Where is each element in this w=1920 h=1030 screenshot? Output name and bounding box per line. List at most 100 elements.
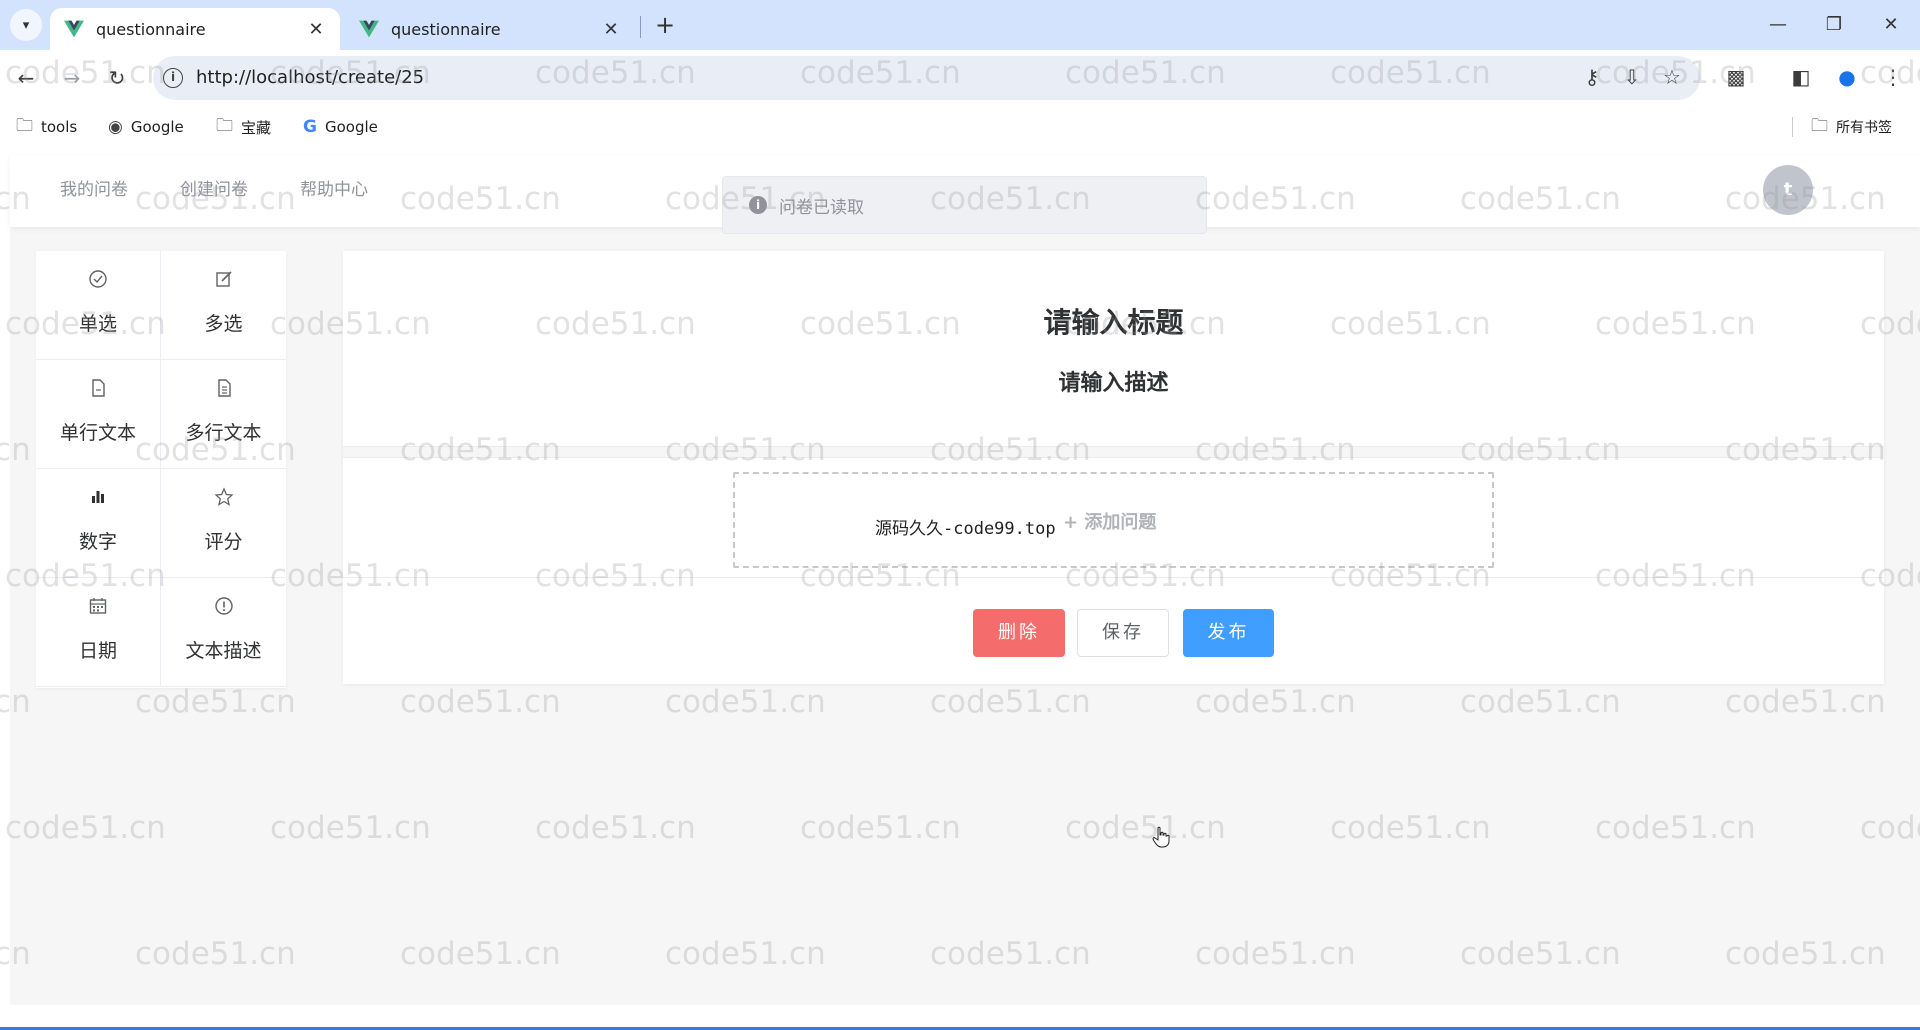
palette-label: 单选 [78, 313, 117, 335]
info-circle-icon [214, 597, 233, 615]
reload-icon: ↻ [108, 66, 126, 90]
avatar[interactable]: t [1763, 165, 1813, 215]
close-icon[interactable]: ✕ [306, 19, 326, 40]
tab-title: questionnaire [391, 19, 501, 39]
bookmark-google-1[interactable]: ◉ Google [108, 115, 184, 139]
bookmark-label: tools [41, 118, 78, 136]
nav-create-survey[interactable]: 创建问卷 [180, 175, 248, 200]
palette-label: 多行文本 [185, 422, 262, 444]
reload-button[interactable]: ↻ [101, 62, 133, 94]
hand-cursor-icon [1152, 826, 1170, 848]
palette-single-line-text[interactable]: 单行文本 [36, 360, 161, 469]
browser-tab-1[interactable]: questionnaire ✕ [50, 8, 340, 50]
bookmark-google-2[interactable]: G Google [303, 115, 378, 139]
profile-icon[interactable]: ● [1832, 62, 1862, 92]
footer-divider [343, 577, 1884, 578]
chevron-down-icon: ▾ [22, 17, 30, 33]
extensions-icon[interactable]: ▩ [1721, 62, 1751, 92]
message-toast: i 问卷已读取 [722, 176, 1207, 234]
survey-editor: 请输入标题 请输入描述 源码久久-code99.top + 添加问题 删除 保存… [343, 251, 1884, 684]
restore-icon: ❐ [1825, 14, 1843, 35]
vue-logo-icon [64, 20, 84, 38]
edit-icon [215, 271, 232, 287]
url-text: http://localhost/create/25 [196, 67, 425, 88]
tab-separator [640, 16, 641, 38]
folder-icon: 🗀 [1811, 115, 1828, 136]
section-divider [343, 446, 1884, 458]
document-lines-icon [217, 379, 231, 397]
minimize-button[interactable]: — [1758, 10, 1798, 40]
minimize-icon: — [1769, 14, 1787, 35]
palette-label: 数字 [78, 531, 117, 553]
source-watermark-text: 源码久久-code99.top [875, 519, 1056, 539]
forward-button[interactable]: → [56, 62, 88, 94]
site-info-icon[interactable]: i [163, 68, 183, 88]
restore-button[interactable]: ❐ [1814, 10, 1854, 40]
publish-button[interactable]: 发布 [1183, 609, 1274, 657]
arrow-right-icon: → [63, 66, 81, 90]
delete-button[interactable]: 删除 [973, 609, 1065, 657]
bar-chart-icon [92, 491, 104, 503]
palette-text-description[interactable]: 文本描述 [161, 578, 286, 687]
add-question-dropzone[interactable]: 源码久久-code99.top + 添加问题 [733, 472, 1494, 568]
nav-my-surveys[interactable]: 我的问卷 [60, 175, 128, 200]
palette-date[interactable]: 日期 [36, 578, 161, 687]
palette-label: 单行文本 [59, 422, 136, 444]
page-viewport: 我的问卷 创建问卷 帮助中心 t i 问卷已读取 单选 多选 单行文本 多行文本… [0, 147, 1920, 1030]
survey-description[interactable]: 请输入描述 [343, 365, 1884, 397]
browser-toolbar: ← → ↻ i http://localhost/create/25 ⚷ ⇩ ☆… [0, 50, 1920, 107]
question-type-palette: 单选 多选 单行文本 多行文本 数字 评分 日期 文本描述 [36, 251, 286, 688]
menu-kebab-icon[interactable]: ⋮ [1878, 62, 1908, 92]
palette-multi-choice[interactable]: 多选 [161, 251, 286, 360]
add-question-button[interactable]: + 添加问题 [1063, 508, 1156, 534]
close-window-button[interactable]: ✕ [1871, 10, 1911, 40]
side-panel-icon[interactable]: ◧ [1786, 62, 1816, 92]
close-icon[interactable]: ✕ [601, 19, 621, 40]
palette-single-choice[interactable]: 单选 [36, 251, 161, 360]
palette-label: 日期 [78, 640, 117, 662]
palette-label: 评分 [204, 531, 243, 553]
calendar-icon [89, 598, 107, 614]
install-app-icon[interactable]: ⇩ [1617, 62, 1647, 92]
check-circle-icon [89, 270, 107, 288]
back-button[interactable]: ← [10, 62, 42, 94]
palette-rating[interactable]: 评分 [161, 469, 286, 578]
save-button[interactable]: 保存 [1077, 609, 1169, 657]
bookmark-label: 宝藏 [241, 118, 272, 137]
browser-tab-2[interactable]: questionnaire ✕ [345, 8, 635, 50]
globe-icon: ◉ [108, 117, 123, 137]
palette-label: 文本描述 [185, 640, 262, 662]
bookmarks-bar: 🗀 tools ◉ Google 🗀 宝藏 G Google 🗀 所有书签 [0, 107, 1920, 147]
app-page: 我的问卷 创建问卷 帮助中心 t i 问卷已读取 单选 多选 单行文本 多行文本… [10, 155, 1920, 1005]
all-bookmarks-label: 所有书签 [1836, 120, 1892, 136]
nav-help-center[interactable]: 帮助中心 [300, 175, 368, 200]
browser-tab-bar: ▾ questionnaire ✕ questionnaire ✕ + — ❐ … [0, 0, 1920, 50]
document-icon [92, 379, 105, 397]
bookmark-separator [1792, 117, 1793, 137]
tab-search-button[interactable]: ▾ [10, 9, 42, 41]
palette-label: 多选 [204, 313, 243, 335]
password-key-icon[interactable]: ⚷ [1577, 62, 1607, 92]
address-bar[interactable]: i http://localhost/create/25 [153, 56, 1700, 100]
new-tab-button[interactable]: + [650, 10, 680, 40]
bookmark-label: Google [324, 118, 378, 136]
star-icon [213, 487, 234, 506]
bookmark-tools[interactable]: 🗀 tools [16, 115, 77, 139]
toast-text: 问卷已读取 [779, 197, 864, 218]
folder-icon: 🗀 [216, 115, 233, 136]
palette-number[interactable]: 数字 [36, 469, 161, 578]
bookmark-label: Google [130, 118, 184, 136]
all-bookmarks[interactable]: 🗀 所有书签 [1811, 115, 1892, 139]
bookmark-star-icon[interactable]: ☆ [1657, 62, 1687, 92]
arrow-left-icon: ← [17, 66, 35, 90]
close-icon: ✕ [1883, 14, 1899, 35]
google-icon: G [303, 117, 317, 137]
survey-title[interactable]: 请输入标题 [343, 301, 1884, 341]
palette-multi-line-text[interactable]: 多行文本 [161, 360, 286, 469]
vue-logo-icon [359, 20, 379, 38]
tab-title: questionnaire [96, 19, 206, 39]
info-icon: i [749, 196, 767, 214]
plus-icon: + [654, 11, 676, 39]
bookmark-treasure[interactable]: 🗀 宝藏 [216, 115, 271, 139]
folder-icon: 🗀 [16, 115, 33, 136]
